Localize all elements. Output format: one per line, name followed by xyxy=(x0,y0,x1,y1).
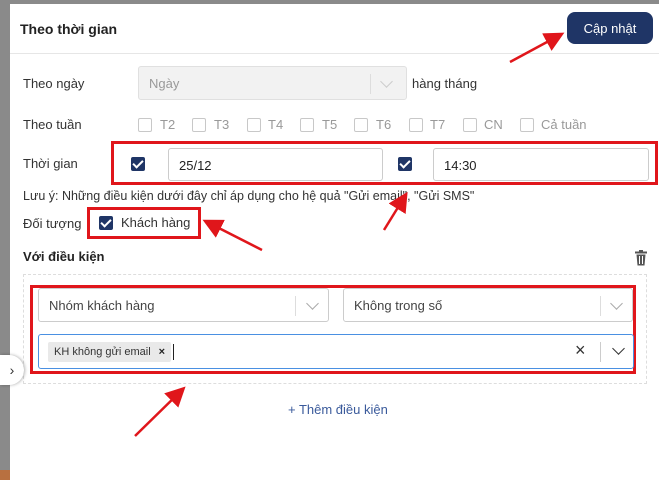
target-label: Đối tượng xyxy=(23,216,82,231)
time-value: 14:30 xyxy=(444,158,477,173)
conditions-title: Với điều kiện xyxy=(23,249,105,264)
selected-tag-label: KH không gửi email xyxy=(54,346,151,358)
update-button[interactable]: Cập nhật xyxy=(567,12,653,44)
day-label-cn: CN xyxy=(484,117,503,132)
clear-icon[interactable]: × xyxy=(575,340,586,361)
by-week-label: Theo tuần xyxy=(23,117,82,132)
schedule-panel: Theo thời gian Cập nhật Theo ngày Ngày h… xyxy=(10,4,659,480)
day-checkbox-t7 xyxy=(409,118,423,132)
chevron-down-icon xyxy=(380,75,393,88)
date-input[interactable]: 25/12 xyxy=(168,148,383,181)
day-checkbox-t6 xyxy=(354,118,368,132)
by-day-label: Theo ngày xyxy=(23,76,85,91)
tag-remove-icon[interactable]: × xyxy=(159,346,165,358)
panel-title: Theo thời gian xyxy=(20,21,118,37)
day-checkbox-all-week xyxy=(520,118,534,132)
day-label-t2: T2 xyxy=(160,117,176,132)
day-label-t5: T5 xyxy=(322,117,338,132)
operator-select[interactable]: Không trong số xyxy=(343,288,633,322)
day-label-all-week: Cả tuần xyxy=(541,117,587,132)
background-edge xyxy=(0,470,10,480)
day-checkbox-t5 xyxy=(300,118,314,132)
day-label-t4: T4 xyxy=(268,117,284,132)
operator-select-value: Không trong số xyxy=(354,298,443,313)
day-checkbox-t4 xyxy=(247,118,261,132)
customer-checkbox[interactable] xyxy=(99,216,113,230)
by-day-suffix: hàng tháng xyxy=(412,76,478,91)
time-input[interactable]: 14:30 xyxy=(433,148,649,181)
chevron-down-icon[interactable] xyxy=(306,297,319,310)
text-caret xyxy=(173,344,174,360)
value-multiselect[interactable]: KH không gửi email × × xyxy=(38,334,634,369)
conditions-note: Lưu ý: Những điều kiện dưới đây chỉ áp d… xyxy=(23,189,475,203)
field-select[interactable]: Nhóm khách hàng xyxy=(38,288,329,322)
time-label: Thời gian xyxy=(23,156,78,171)
day-checkbox-t3 xyxy=(192,118,206,132)
trash-icon[interactable] xyxy=(634,250,648,266)
field-select-value: Nhóm khách hàng xyxy=(49,298,155,313)
selected-tag: KH không gửi email × xyxy=(48,342,172,362)
time-checkbox[interactable] xyxy=(398,157,412,171)
add-condition-link[interactable]: + Thêm điều kiện xyxy=(288,402,388,417)
day-checkbox-cn xyxy=(463,118,477,132)
day-label-t6: T6 xyxy=(376,117,392,132)
date-checkbox[interactable] xyxy=(131,157,145,171)
select-separator xyxy=(600,342,601,362)
select-separator xyxy=(370,74,371,94)
date-value: 25/12 xyxy=(179,158,212,173)
chevron-down-icon[interactable] xyxy=(612,342,625,355)
day-select-placeholder: Ngày xyxy=(149,76,180,91)
day-select: Ngày xyxy=(138,66,407,100)
day-checkbox-t2 xyxy=(138,118,152,132)
day-label-t7: T7 xyxy=(430,117,446,132)
select-separator xyxy=(295,296,296,316)
panel-header: Theo thời gian Cập nhật xyxy=(10,4,659,54)
customer-option-label: Khách hàng xyxy=(121,215,191,230)
chevron-down-icon[interactable] xyxy=(610,297,623,310)
day-label-t3: T3 xyxy=(214,117,230,132)
select-separator xyxy=(600,296,601,316)
